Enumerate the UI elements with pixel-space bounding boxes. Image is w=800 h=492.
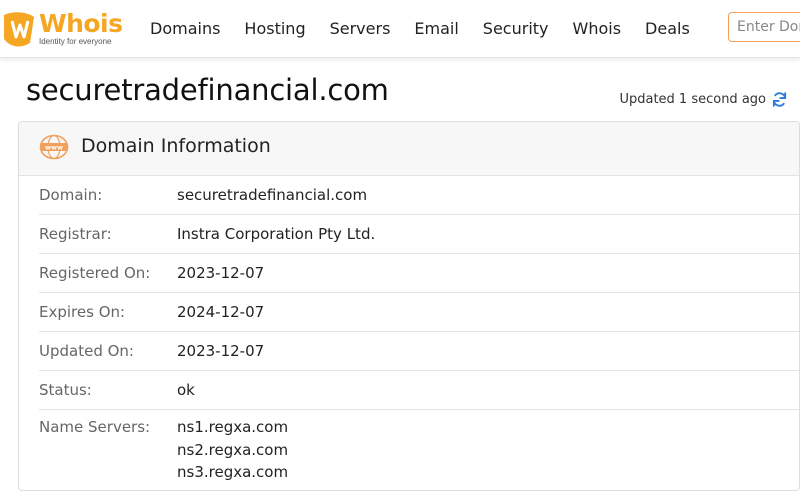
row-label: Name Servers:	[39, 418, 151, 436]
nav-hosting[interactable]: Hosting	[232, 0, 317, 57]
row-label: Updated On:	[39, 342, 134, 360]
row-label: Expires On:	[39, 303, 126, 321]
domain-info-table: Domain: securetradefinancial.com Registr…	[39, 176, 799, 484]
logo-tagline: Identity for everyone	[39, 37, 112, 46]
row-value: 2023-12-07	[177, 264, 265, 282]
name-server-list: ns1.regxa.com ns2.regxa.com ns3.regxa.co…	[177, 416, 288, 484]
row-name-servers: Name Servers: ns1.regxa.com ns2.regxa.co…	[39, 410, 799, 484]
nav-servers[interactable]: Servers	[318, 0, 403, 57]
svg-text:www: www	[45, 144, 63, 152]
whois-logo-icon	[4, 12, 34, 47]
row-value: 2024-12-07	[177, 303, 265, 321]
domain-information-card: www Domain Information Domain: securetra…	[18, 121, 800, 491]
row-domain: Domain: securetradefinancial.com	[39, 176, 799, 215]
refresh-icon[interactable]	[771, 91, 788, 108]
whois-logo[interactable]: Whois Identity for everyone	[0, 9, 130, 49]
nav-security[interactable]: Security	[471, 0, 561, 57]
row-registered-on: Registered On: 2023-12-07	[39, 254, 799, 293]
row-value: ok	[177, 381, 195, 399]
search-input[interactable]	[728, 12, 800, 42]
row-label: Status:	[39, 381, 92, 399]
card-header: www Domain Information	[19, 122, 799, 176]
nav-whois[interactable]: Whois	[561, 0, 634, 57]
row-registrar: Registrar: Instra Corporation Pty Ltd.	[39, 215, 799, 254]
main-nav: Domains Hosting Servers Email Security W…	[138, 0, 702, 57]
row-label: Registrar:	[39, 225, 112, 243]
last-updated: Updated 1 second ago	[619, 91, 788, 108]
nav-deals[interactable]: Deals	[633, 0, 702, 57]
page-title: securetradefinancial.com	[26, 73, 389, 107]
nav-domains[interactable]: Domains	[138, 0, 232, 57]
row-value: securetradefinancial.com	[177, 186, 368, 204]
row-label: Domain:	[39, 186, 103, 204]
nav-email[interactable]: Email	[402, 0, 470, 57]
row-label: Registered On:	[39, 264, 151, 282]
card-title: Domain Information	[81, 135, 271, 157]
row-status: Status: ok	[39, 371, 799, 410]
row-value: Instra Corporation Pty Ltd.	[177, 225, 376, 243]
row-value: 2023-12-07	[177, 342, 265, 360]
name-server-item: ns1.regxa.com	[177, 418, 289, 436]
name-server-item: ns2.regxa.com	[177, 440, 289, 459]
name-server-item: ns3.regxa.com	[177, 463, 289, 481]
row-updated-on: Updated On: 2023-12-07	[39, 332, 799, 371]
www-globe-icon: www	[39, 134, 69, 160]
logo-wordmark: Whois	[39, 9, 123, 38]
row-expires-on: Expires On: 2024-12-07	[39, 293, 799, 332]
updated-text: Updated 1 second ago	[619, 92, 766, 107]
top-navigation-bar: Whois Identity for everyone Domains Host…	[0, 0, 800, 58]
